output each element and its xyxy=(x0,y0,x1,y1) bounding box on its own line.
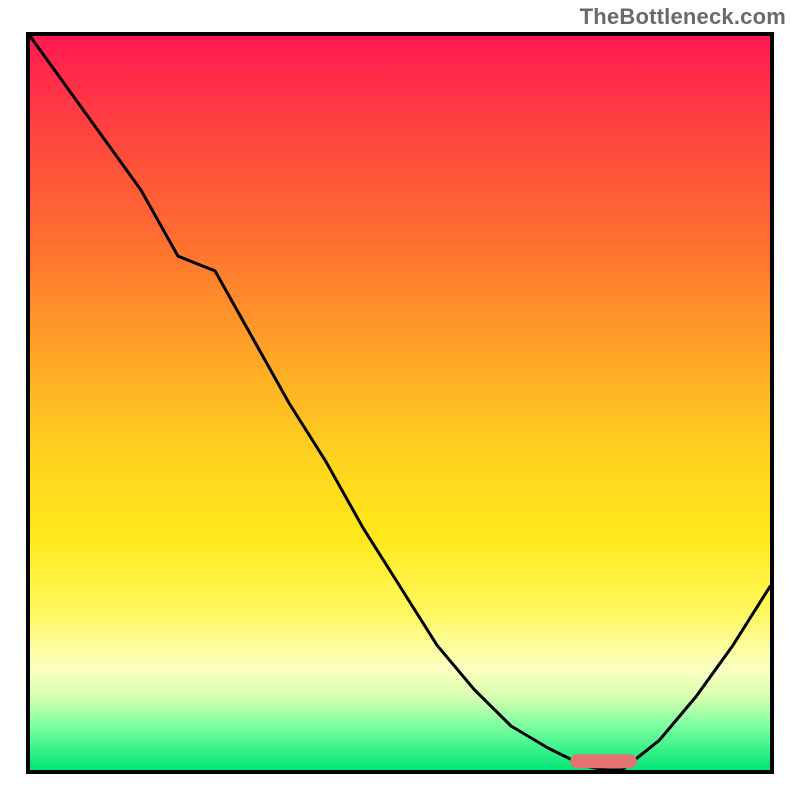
bottleneck-curve xyxy=(30,36,770,770)
curve-overlay xyxy=(30,36,770,770)
watermark-text: TheBottleneck.com xyxy=(580,4,786,30)
plot-area xyxy=(26,32,774,774)
optimal-marker xyxy=(570,754,637,768)
chart-container: TheBottleneck.com xyxy=(0,0,800,800)
